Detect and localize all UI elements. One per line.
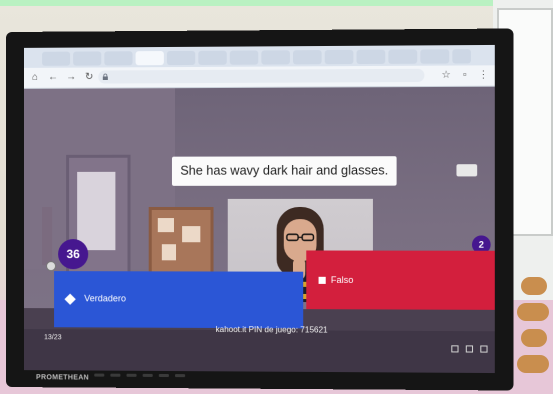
interactive-display: ⌂ ← → ↻ ☆ ▫ ⋮ She has wavy dark hair and…	[6, 28, 514, 391]
browser-tab-active[interactable]	[135, 51, 164, 66]
url-field[interactable]	[98, 68, 425, 84]
lock-icon	[102, 73, 108, 80]
address-bar: ⌂ ← → ↻ ☆ ▫ ⋮	[24, 65, 495, 89]
browser-tab[interactable]	[198, 50, 227, 65]
door-window	[77, 171, 116, 251]
browser-tab[interactable]	[166, 50, 196, 66]
skip-button[interactable]	[456, 164, 478, 177]
reload-icon[interactable]: ↻	[82, 71, 96, 85]
browser-tab[interactable]	[104, 51, 133, 66]
question-box: She has wavy dark hair and glasses.	[171, 156, 397, 186]
browser-tab[interactable]	[420, 49, 450, 64]
question-counter: 13/23	[44, 334, 62, 342]
browser-tab[interactable]	[42, 51, 71, 66]
browser-tab[interactable]	[229, 50, 259, 65]
top-window-strip	[0, 0, 553, 6]
answer-true-button[interactable]: Verdadero	[54, 271, 304, 329]
countdown-timer: 36	[58, 239, 89, 270]
square-icon	[318, 276, 326, 284]
footer-bottom	[24, 329, 495, 374]
browser-tab[interactable]	[261, 50, 290, 65]
music-icon[interactable]	[451, 345, 459, 353]
settings-icon[interactable]	[480, 345, 488, 353]
fullscreen-icon[interactable]	[465, 345, 474, 353]
answer-true-label: Verdadero	[84, 293, 127, 304]
monitor-controls	[94, 373, 276, 379]
glasses-drawing	[285, 233, 316, 241]
menu-icon[interactable]: ⋮	[476, 68, 491, 82]
star-icon[interactable]: ☆	[439, 69, 453, 83]
background-corkboard	[148, 206, 214, 278]
timer-indicator	[46, 261, 57, 272]
background-plant	[42, 206, 53, 266]
browser-tab[interactable]	[324, 49, 354, 65]
game-pin: kahoot.it PIN de juego: 715621	[215, 324, 328, 335]
answer-false-button[interactable]: Falso	[306, 250, 495, 310]
browser-tab[interactable]	[356, 49, 386, 65]
back-arrow-icon[interactable]: ←	[46, 71, 60, 85]
diamond-icon	[64, 293, 76, 305]
home-icon[interactable]: ⌂	[28, 71, 42, 85]
monitor-brand-logo: PROMETHEAN	[36, 374, 89, 382]
wooden-shelf	[515, 265, 553, 394]
screen: ⌂ ← → ↻ ☆ ▫ ⋮ She has wavy dark hair and…	[24, 44, 495, 374]
browser-tab[interactable]	[388, 49, 418, 64]
browser-tab[interactable]	[73, 51, 102, 66]
question-text: She has wavy dark hair and glasses.	[180, 163, 389, 178]
answer-false-label: Falso	[330, 274, 354, 286]
browser-tab-bar	[24, 44, 495, 68]
forward-arrow-icon[interactable]: →	[64, 71, 78, 85]
browser-tab[interactable]	[452, 49, 471, 64]
extensions-icon[interactable]: ▫	[458, 68, 472, 82]
browser-tab[interactable]	[292, 50, 322, 65]
